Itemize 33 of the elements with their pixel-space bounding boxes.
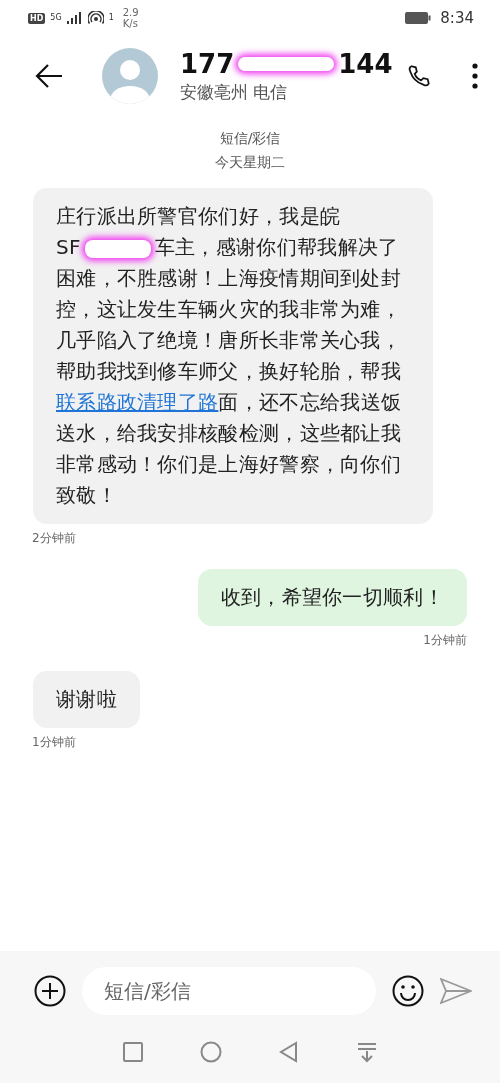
signal-icon <box>66 12 83 24</box>
speed-value: 2.9 <box>122 7 139 18</box>
message-time: 1分钟前 <box>32 734 76 751</box>
network-label: 5G <box>50 14 62 22</box>
message-bubble: 谢谢啦 <box>33 671 140 728</box>
send-icon[interactable] <box>440 977 472 1005</box>
message-time: 2分钟前 <box>32 530 76 547</box>
speed-unit: K/s <box>122 18 139 29</box>
thread-date: 今天星期二 <box>214 153 286 172</box>
home-icon[interactable] <box>200 1041 222 1063</box>
recent-apps-icon[interactable] <box>122 1041 144 1063</box>
hotspot-count: 1 <box>108 14 114 22</box>
add-icon[interactable] <box>34 975 66 1007</box>
phone-number-end: 144 <box>338 48 393 79</box>
hd-badge: HD <box>28 12 46 24</box>
message-bubble: 收到，希望你一切顺利！ <box>197 569 467 626</box>
notification-drawer-icon[interactable] <box>356 1041 378 1063</box>
phone-icon[interactable] <box>406 63 432 89</box>
back-nav-icon[interactable] <box>278 1041 300 1063</box>
message-bubble: 庄行派出所警官你们好，我是皖 SF 车主，感谢你们帮我解决了困难，不胜感谢！上海疫情期间到处封控，这让发生车辆火灾的我非常为难，几乎陷入了绝境！唐所长非常关心我，帮助我找到修车师父，换好轮胎，帮我 联系路政清理了路面，还不忘给我送饭送水，给我安排核酸检测，这些都让我非常感动！你们是上海好警察，向你们致敬！ <box>33 188 433 524</box>
contact-avatar <box>102 48 158 104</box>
phone-number-start: 177 <box>180 48 235 79</box>
contact-location: 安徽亳州 电信 <box>180 80 289 104</box>
redaction-mark <box>84 239 151 258</box>
thread-channel: 短信/彩信 <box>218 129 282 148</box>
message-input[interactable]: 短信/彩信 <box>82 967 376 1015</box>
emoji-icon[interactable] <box>392 975 424 1007</box>
battery-icon <box>405 12 432 24</box>
more-icon[interactable] <box>472 63 478 89</box>
clock-time: 8:34 <box>440 9 474 27</box>
hotspot-icon <box>87 11 104 25</box>
message-time: 1分钟前 <box>423 632 467 649</box>
message-link[interactable]: 联系路政清理了路 <box>56 390 219 414</box>
